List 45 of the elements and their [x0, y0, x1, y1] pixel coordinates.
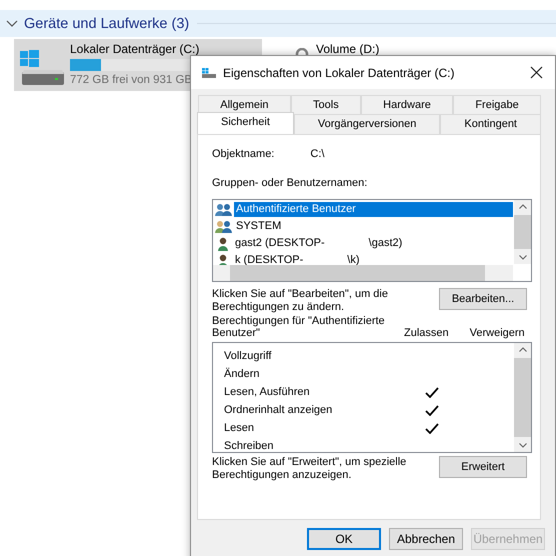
permissions-label: Berechtigungen für "Authentifizierte Benutzer" — [212, 315, 386, 339]
user-name[interactable]: gast2 (DESKTOP- \gast2) — [233, 236, 404, 251]
users-label: Gruppen- oder Benutzernamen: — [212, 177, 368, 189]
user-group-icon — [215, 220, 233, 234]
scrollbar[interactable] — [514, 343, 531, 452]
dialog-button[interactable]: Abbrechen — [389, 528, 463, 550]
ok-button[interactable]: OK — [307, 528, 381, 550]
edit-button[interactable]: Bearbeiten... — [439, 288, 527, 310]
column-header: Verweigern — [470, 327, 525, 339]
drive-name: Lokaler Datenträger (C:) — [70, 42, 200, 56]
drive-icon — [18, 48, 66, 88]
user-icon — [218, 236, 228, 250]
scrollbar[interactable] — [213, 265, 513, 281]
edit-hint: Klicken Sie auf "Bearbeiten", um die Berechtigungen zu ändern. — [212, 288, 389, 314]
object-label: Objektname: — [212, 148, 274, 160]
tab[interactable]: Hardware — [360, 95, 454, 114]
scroll-down-icon[interactable] — [518, 255, 526, 260]
permission-name: Ordnerinhalt anzeigen — [224, 404, 334, 416]
scrollbar[interactable] — [514, 200, 531, 264]
object-value: C:\ — [310, 148, 324, 160]
chevron-icon[interactable] — [6, 20, 18, 28]
user-name[interactable]: SYSTEM — [234, 219, 284, 234]
user-name[interactable]: k (DESKTOP- \k) — [233, 253, 362, 267]
tab[interactable]: Freigabe — [453, 95, 541, 114]
permission-name: Lesen — [224, 422, 255, 434]
drive-name: Volume (D:) — [316, 42, 380, 56]
permission-name: Lesen, Ausführen — [224, 386, 311, 398]
scroll-up-icon[interactable] — [518, 204, 526, 209]
tab[interactable]: Kontingent — [440, 114, 541, 134]
permission-name: Ändern — [224, 368, 260, 380]
drive-icon — [201, 66, 217, 78]
tab[interactable]: Sicherheit — [197, 112, 294, 134]
tab[interactable]: Vorgängerversionen — [294, 114, 440, 134]
user-name[interactable]: Authentifizierte Benutzer — [234, 202, 513, 217]
permission-name: Schreiben — [224, 440, 275, 452]
advanced-hint: Klicken Sie auf "Erweitert", um spezielle Berechtigungen anzuzeigen. — [212, 456, 408, 482]
user-group-icon — [215, 202, 233, 216]
close-icon[interactable] — [530, 66, 543, 79]
permission-name: Vollzugriff — [224, 350, 272, 362]
tab[interactable]: Tools — [290, 95, 361, 114]
scroll-down-icon[interactable] — [518, 443, 526, 448]
group-title: Geräte und Laufwerke (3) — [24, 16, 190, 32]
advanced-button[interactable]: Erweitert — [439, 456, 527, 478]
scroll-up-icon[interactable] — [518, 347, 526, 352]
column-header: Zulassen — [404, 327, 449, 339]
